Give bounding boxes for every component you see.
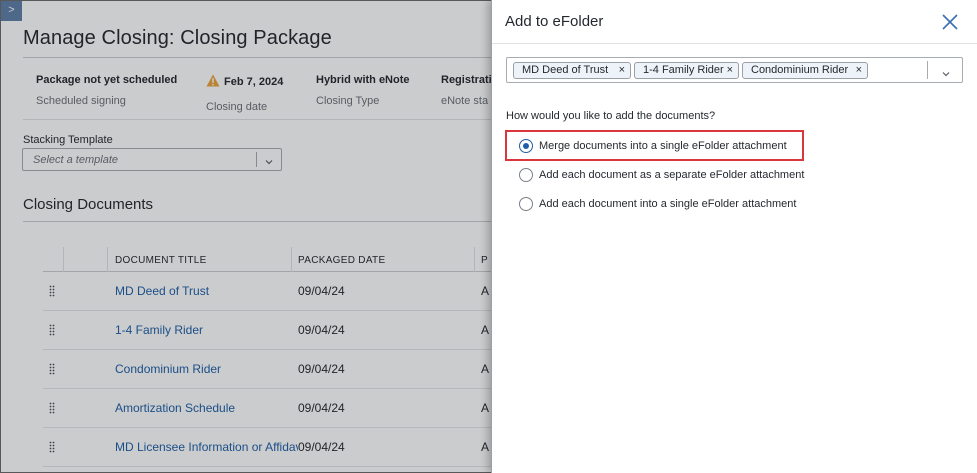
panel-divider xyxy=(492,43,977,44)
chip-label: 1-4 Family Rider xyxy=(643,64,724,76)
chip-label: Condominium Rider xyxy=(751,64,849,76)
option-label[interactable]: Add each document into a single eFolder … xyxy=(539,198,796,210)
selected-doc-chip: Condominium Rider × xyxy=(742,62,868,79)
radio-button[interactable] xyxy=(519,197,533,211)
add-to-efolder-panel: Add to eFolder MD Deed of Trust × 1-4 Fa… xyxy=(491,0,977,473)
select-separator xyxy=(927,61,928,79)
panel-title: Add to eFolder xyxy=(505,13,604,30)
option-label[interactable]: Add each document as a separate eFolder … xyxy=(539,169,804,181)
documents-multiselect[interactable]: MD Deed of Trust × 1-4 Family Rider × Co… xyxy=(506,57,963,83)
chip-label: MD Deed of Trust xyxy=(522,64,609,76)
option-label[interactable]: Merge documents into a single eFolder at… xyxy=(539,140,787,152)
selected-doc-chip: MD Deed of Trust × xyxy=(513,62,631,79)
radio-button[interactable] xyxy=(519,168,533,182)
remove-chip-icon[interactable]: × xyxy=(727,64,733,76)
chevron-down-icon[interactable] xyxy=(941,66,951,84)
modal-backdrop[interactable] xyxy=(0,0,491,473)
remove-chip-icon[interactable]: × xyxy=(856,64,862,76)
close-icon[interactable] xyxy=(941,13,959,31)
radio-button-selected[interactable] xyxy=(519,139,533,153)
remove-chip-icon[interactable]: × xyxy=(619,64,625,76)
add-method-question: How would you like to add the documents? xyxy=(506,110,716,122)
selected-doc-chip: 1-4 Family Rider × xyxy=(634,62,739,79)
